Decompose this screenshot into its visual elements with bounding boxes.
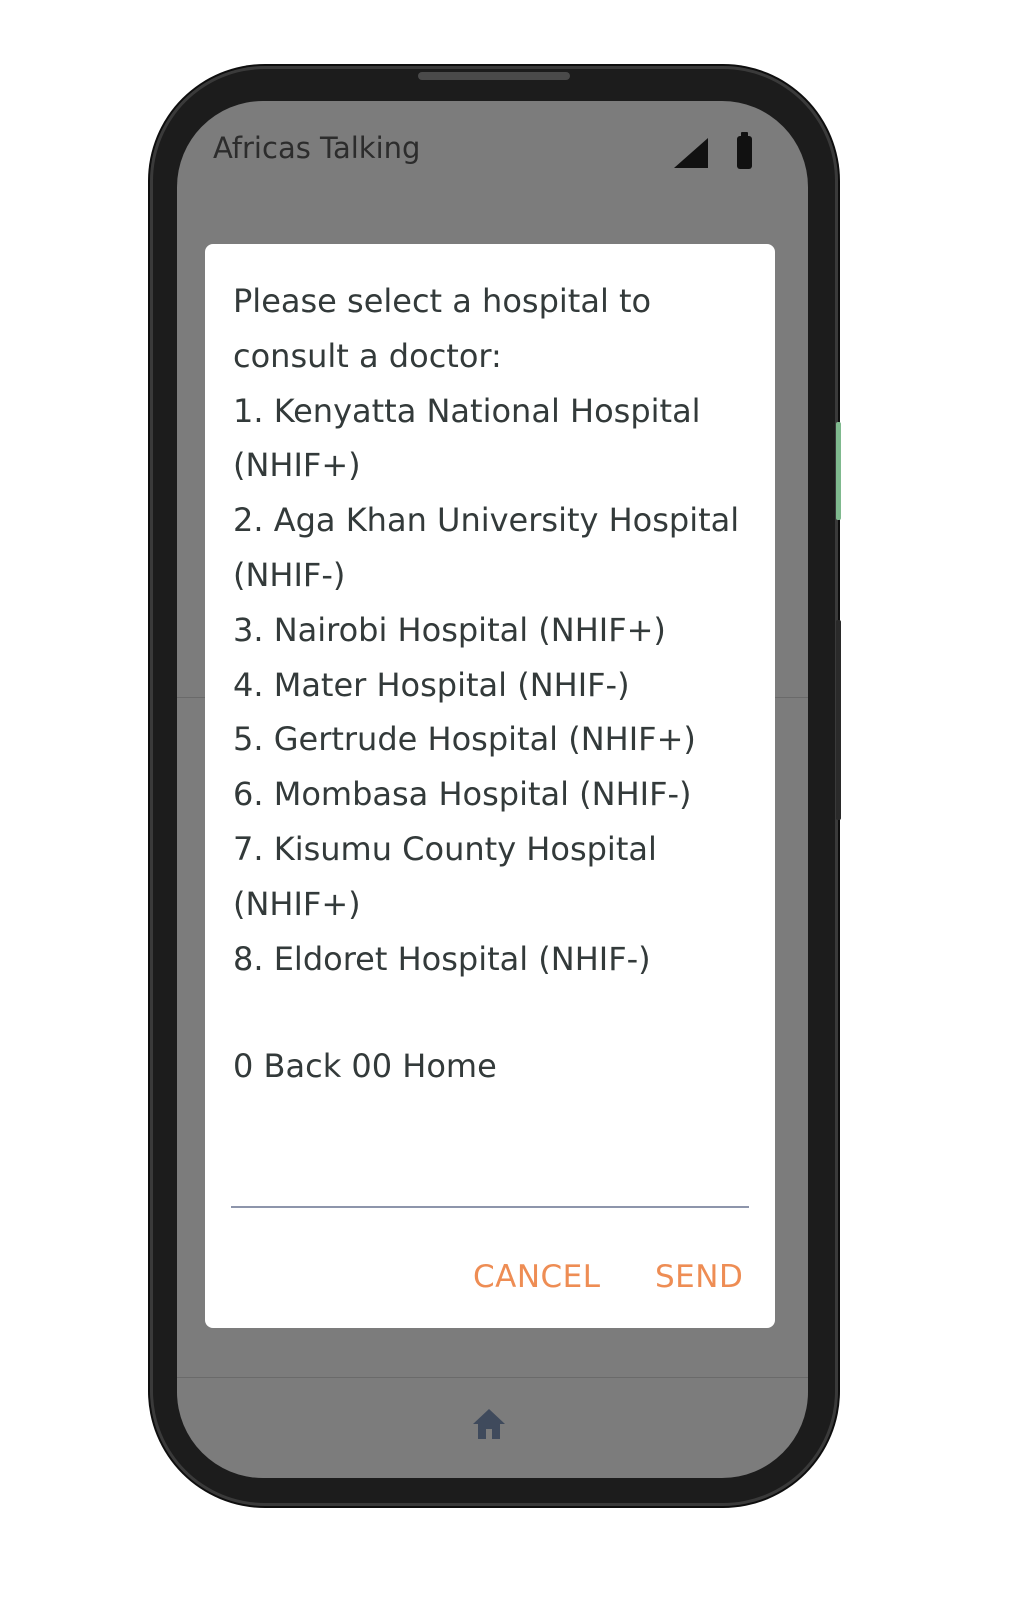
prompt-line: consult a doctor: (233, 336, 502, 375)
menu-option-line: (NHIF+) (233, 884, 361, 923)
menu-option-line: 6. Mombasa Hospital (NHIF-) (233, 775, 692, 814)
ussd-dialog: Please select a hospital to consult a do… (205, 244, 775, 1328)
ussd-message: Please select a hospital to consult a do… (233, 274, 753, 1094)
menu-option-line: 4. Mater Hospital (NHIF-) (233, 665, 630, 704)
signal-icon (674, 138, 708, 168)
phone-speaker (418, 72, 570, 80)
menu-option-line: 8. Eldoret Hospital (NHIF-) (233, 939, 651, 978)
power-button (836, 422, 841, 520)
home-icon[interactable] (471, 1407, 507, 1441)
cancel-button[interactable]: CANCEL (473, 1259, 601, 1295)
send-button[interactable]: SEND (655, 1259, 743, 1295)
phone-screen: Africas Talking Please select a hospital… (177, 101, 808, 1478)
menu-option-line: (NHIF+) (233, 446, 361, 485)
app-title: Africas Talking (213, 131, 421, 165)
volume-button (836, 620, 841, 820)
menu-option-line: 5. Gertrude Hospital (NHIF+) (233, 720, 696, 759)
menu-option-line: 3. Nairobi Hospital (NHIF+) (233, 610, 666, 649)
menu-option-line: 7. Kisumu County Hospital (233, 829, 657, 868)
menu-option-line: 1. Kenyatta National Hospital (233, 391, 701, 430)
nav-bar-divider (177, 1377, 808, 1378)
menu-option-line: 2. Aga Khan University Hospital (233, 501, 740, 540)
menu-option-line: (NHIF-) (233, 555, 346, 594)
battery-icon (737, 132, 752, 169)
navigation-hint: 0 Back 00 Home (233, 1047, 497, 1086)
reply-input[interactable] (231, 1206, 749, 1208)
prompt-line: Please select a hospital to (233, 282, 652, 320)
